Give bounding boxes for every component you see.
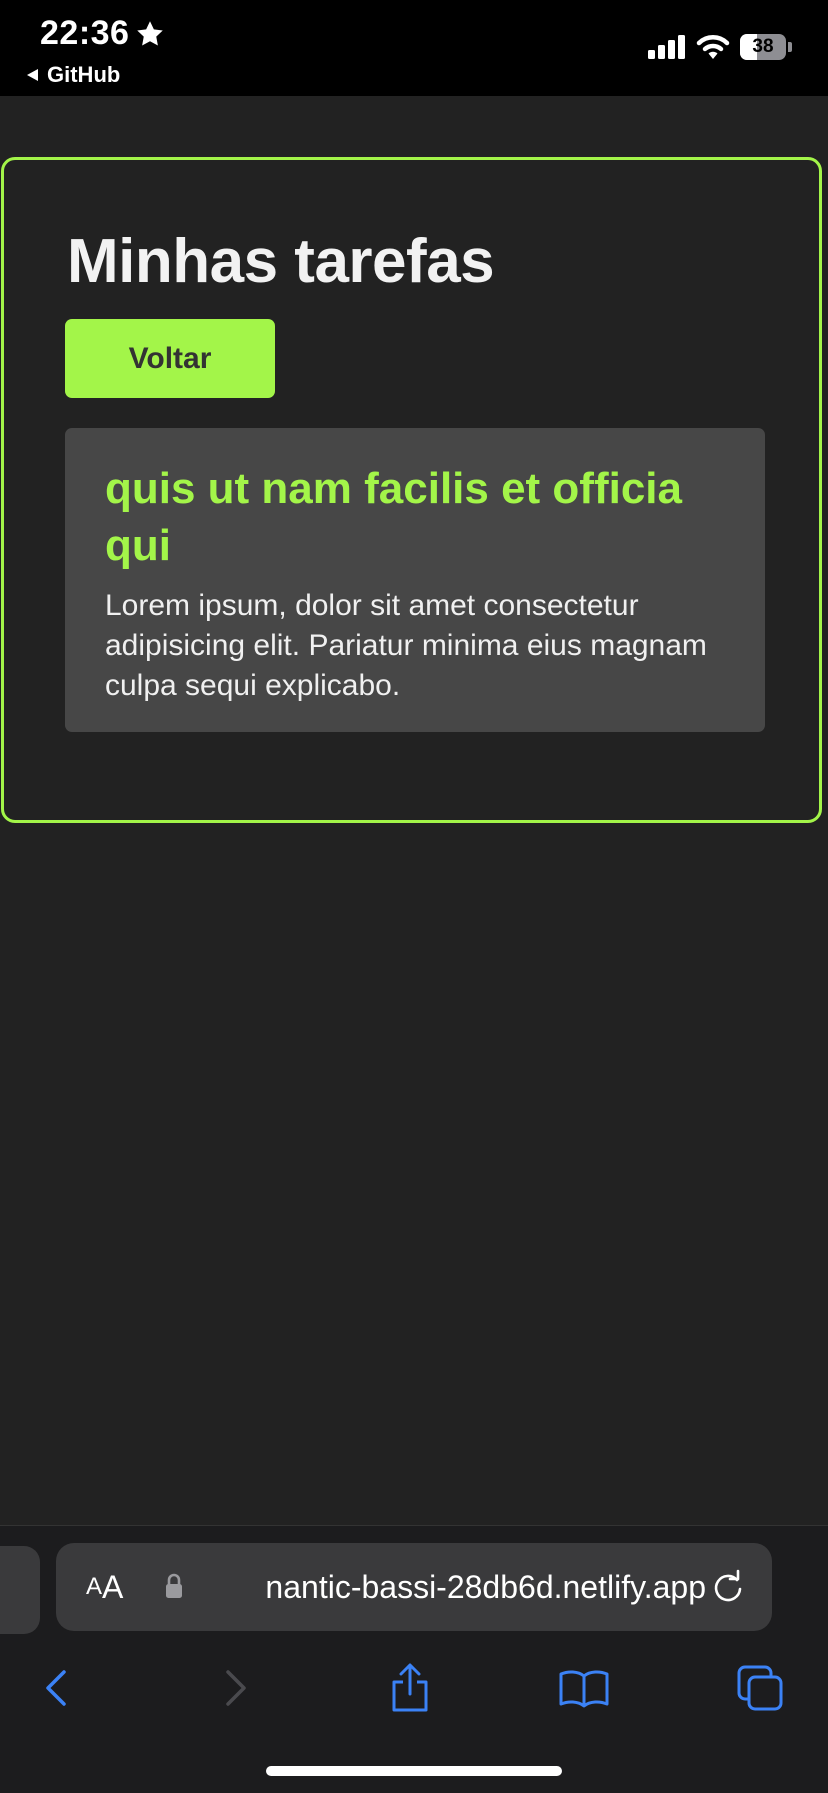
task-card[interactable]: quis ut nam facilis et officia qui Lorem… (65, 428, 765, 732)
task-title: quis ut nam facilis et officia qui (105, 464, 683, 570)
reload-icon[interactable] (710, 1569, 746, 1605)
lock-icon (166, 1573, 182, 1598)
bookmarks-icon (559, 1670, 609, 1708)
share-icon (392, 1663, 428, 1712)
address-bar[interactable]: A A nantic-bassi-28db6d.netlify.app (56, 1543, 772, 1631)
back-icon (46, 1670, 66, 1706)
browser-bottom-bar: A A nantic-bassi-28db6d.netlify.app (0, 1525, 828, 1793)
tasks-container: Minhas tarefas Voltar quis ut nam facili… (1, 157, 822, 823)
status-bar: 22:36 GitHub 38 (0, 0, 828, 96)
back-to-app-link[interactable]: GitHub (26, 62, 120, 88)
share-button[interactable] (378, 1656, 442, 1720)
text-size-button[interactable]: A A (86, 1543, 123, 1631)
previous-tab-peek[interactable] (0, 1546, 40, 1634)
status-icons: 38 (648, 34, 792, 60)
tabs-button[interactable] (728, 1656, 792, 1720)
forward-nav-button[interactable] (203, 1656, 267, 1720)
cellular-signal-icon (648, 35, 685, 59)
status-time: 22:36 (40, 14, 165, 53)
back-app-label: GitHub (47, 62, 121, 87)
star-icon (135, 19, 165, 49)
back-triangle-icon (27, 69, 38, 81)
task-description: Lorem ipsum, dolor sit amet consectetur … (105, 589, 707, 702)
battery-percent: 38 (752, 36, 774, 57)
url-text[interactable]: nantic-bassi-28db6d.netlify.app (196, 1543, 706, 1631)
battery-icon: 38 (740, 34, 786, 60)
bookmarks-button[interactable] (552, 1656, 616, 1720)
text-size-small-label: A (86, 1573, 103, 1600)
page-title: Minhas tarefas (67, 227, 495, 296)
forward-icon (226, 1670, 246, 1706)
time-label: 22:36 (40, 14, 130, 52)
browser-toolbar (0, 1648, 828, 1728)
text-size-big-label: A (102, 1568, 124, 1605)
back-nav-button[interactable] (25, 1656, 89, 1720)
battery-cap (788, 42, 792, 52)
back-button[interactable]: Voltar (65, 319, 275, 398)
tabs-icon (737, 1665, 783, 1711)
home-indicator[interactable] (266, 1766, 562, 1776)
wifi-icon (696, 35, 730, 59)
